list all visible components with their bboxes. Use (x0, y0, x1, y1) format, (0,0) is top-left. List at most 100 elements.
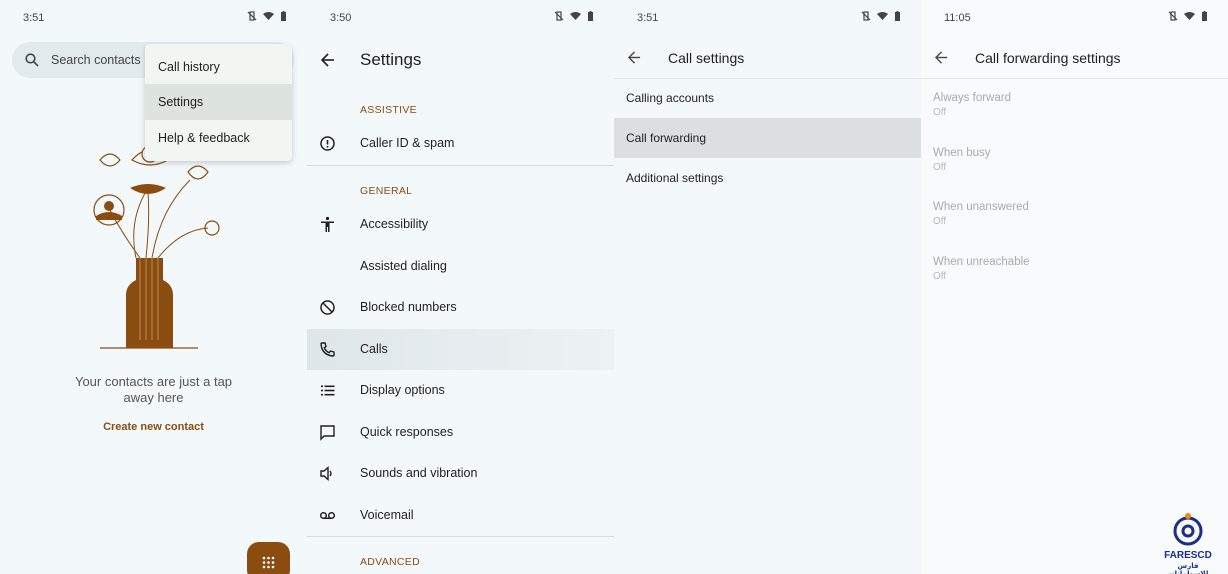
section-header-advanced: ADVANCED (360, 556, 420, 568)
screenshot-collage: 3:51 Search contacts Your contacts are j… (0, 0, 1228, 574)
settings-item-label: Caller ID & spam (360, 136, 455, 150)
empty-state-line-1: Your contacts are just a tap (74, 374, 233, 389)
status-time: 11:05 (944, 12, 971, 24)
forwarding-item-status: Off (933, 162, 947, 173)
forwarding-item-unreachable[interactable]: When unreachable Off (933, 256, 1030, 282)
status-icons (1168, 11, 1208, 21)
empty-state-line-2: away here (123, 390, 184, 405)
dialpad-icon (262, 556, 275, 569)
status-icons (554, 11, 594, 21)
call-settings-item-label: Calling accounts (626, 91, 715, 105)
page-title: Call forwarding settings (975, 50, 1121, 66)
section-header-assistive: ASSISTIVE (360, 104, 417, 116)
settings-item-sounds-vibration[interactable]: Sounds and vibration (307, 453, 614, 494)
forwarding-item-status: Off (933, 271, 947, 282)
info-alert-icon (320, 136, 335, 151)
divider (921, 78, 1228, 79)
status-bar: 3:50 (307, 0, 614, 36)
divider (307, 165, 614, 166)
watermark-subtitle: فارس للاسطوانات (1168, 563, 1209, 574)
call-settings-item-call-forwarding[interactable]: Call forwarding (614, 118, 921, 158)
contacts-screen: 3:51 Search contacts Your contacts are j… (0, 0, 307, 574)
volume-icon (320, 465, 332, 482)
forwarding-item-title: When unreachable (933, 256, 1030, 268)
wifi-icon (1184, 12, 1195, 20)
divider (307, 536, 614, 537)
settings-item-voicemail[interactable]: Voicemail (307, 495, 614, 536)
flower-vase-illustration (93, 145, 220, 349)
settings-item-assisted-dialing[interactable]: Assisted dialing (307, 246, 614, 287)
settings-item-label: Display options (360, 383, 445, 397)
status-bar: 3:51 (614, 0, 921, 36)
settings-item-label: Voicemail (360, 508, 414, 522)
phone-icon (320, 342, 335, 357)
call-settings-item-additional-settings[interactable]: Additional settings (614, 158, 921, 198)
search-icon (25, 53, 39, 67)
forwarding-item-unanswered[interactable]: When unanswered Off (933, 201, 1029, 227)
dialpad-fab-button[interactable] (247, 542, 290, 574)
settings-item-display-options[interactable]: Display options (307, 370, 614, 411)
forwarding-item-title: When unanswered (933, 201, 1029, 213)
message-icon (320, 425, 335, 441)
menu-item-call-history[interactable]: Call history (145, 49, 292, 85)
overflow-menu: Call history Settings Help & feedback (145, 44, 292, 161)
vibrate-off-icon (554, 11, 564, 21)
status-bar: 11:05 (921, 0, 1228, 36)
forwarding-item-status: Off (933, 216, 947, 227)
wifi-icon (570, 12, 581, 20)
settings-item-caller-id-spam[interactable]: Caller ID & spam (307, 123, 614, 164)
voicemail-icon (319, 511, 336, 520)
page-title: Settings (360, 50, 422, 69)
settings-item-label: Calls (360, 342, 388, 356)
menu-item-settings[interactable]: Settings (145, 84, 292, 120)
create-new-contact-link[interactable]: Create new contact (0, 421, 307, 433)
back-arrow-icon[interactable] (321, 53, 335, 67)
battery-icon (588, 11, 593, 21)
logo-mark-icon (1173, 513, 1203, 546)
battery-icon (895, 11, 900, 21)
call-forwarding-screen: 11:05 Call forwarding settings Always fo… (921, 0, 1228, 574)
forwarding-item-busy[interactable]: When busy Off (933, 147, 991, 173)
vibrate-off-icon (247, 11, 257, 21)
watermark-brand: FARESCD (1164, 550, 1212, 561)
status-time: 3:51 (23, 12, 45, 24)
settings-item-calls[interactable]: Calls (307, 329, 614, 370)
wifi-icon (877, 12, 888, 20)
vibrate-off-icon (861, 11, 871, 21)
battery-icon (281, 11, 286, 21)
wifi-icon (263, 12, 274, 20)
settings-item-quick-responses[interactable]: Quick responses (307, 412, 614, 453)
accessibility-icon (321, 216, 334, 232)
call-settings-item-calling-accounts[interactable]: Calling accounts (614, 78, 921, 118)
settings-screen: 3:50 Settings ASSISTIVE Caller ID & spam… (307, 0, 614, 574)
call-settings-item-label: Additional settings (626, 171, 724, 185)
section-header-general: GENERAL (360, 185, 413, 197)
settings-item-label: Sounds and vibration (360, 466, 478, 480)
settings-item-label: Blocked numbers (360, 300, 457, 314)
status-bar: 3:51 (0, 0, 307, 36)
search-input[interactable]: Search contacts (51, 53, 141, 67)
call-settings-screen: 3:51 Call settings Calling accounts Call… (614, 0, 921, 574)
call-settings-item-label: Call forwarding (626, 131, 707, 145)
back-arrow-icon[interactable] (935, 51, 948, 64)
forwarding-item-always[interactable]: Always forward Off (933, 92, 1011, 118)
status-icons (247, 11, 287, 21)
status-time: 3:51 (637, 12, 659, 24)
menu-item-help-feedback[interactable]: Help & feedback (145, 120, 292, 156)
list-icon (321, 385, 335, 396)
settings-item-blocked-numbers[interactable]: Blocked numbers (307, 287, 614, 328)
forwarding-item-status: Off (933, 107, 947, 118)
settings-item-accessibility[interactable]: Accessibility (307, 204, 614, 245)
back-arrow-icon[interactable] (628, 51, 641, 64)
status-icons (861, 11, 901, 21)
forwarding-item-title: When busy (933, 147, 991, 159)
page-title: Call settings (668, 50, 745, 66)
vibrate-off-icon (1168, 11, 1178, 21)
watermark-logo: FARESCD فارس للاسطوانات (1157, 512, 1219, 574)
settings-item-label: Quick responses (360, 425, 454, 439)
settings-item-label: Assisted dialing (360, 259, 447, 273)
status-time: 3:50 (330, 12, 352, 24)
settings-item-label: Accessibility (360, 217, 429, 231)
block-icon (320, 300, 335, 315)
empty-state-message: Your contacts are just a tap away here (30, 374, 277, 406)
